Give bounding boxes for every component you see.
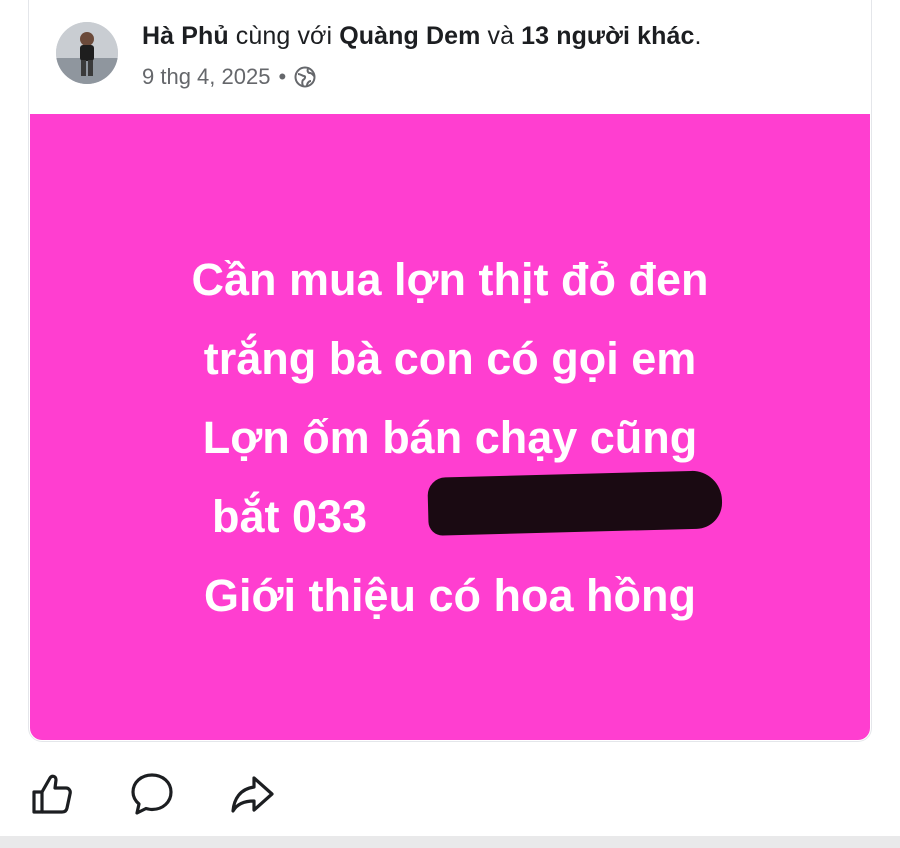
post-date[interactable]: 9 thg 4, 2025	[142, 64, 270, 90]
author-name[interactable]: Hà Phủ	[142, 22, 229, 50]
post-screen: Hà Phủ cùng với Quàng Dem và 13 người kh…	[0, 0, 900, 848]
post-line-1: Cần mua lợn thịt đỏ đen	[191, 254, 709, 305]
comment-button[interactable]	[126, 770, 178, 822]
post-line-3: Lợn ốm bán chạy cũng	[202, 412, 698, 463]
like-button[interactable]	[26, 770, 78, 822]
post-line-5: Giới thiệu có hoa hồng	[204, 570, 696, 621]
share-button[interactable]	[226, 770, 278, 822]
avatar[interactable]	[56, 22, 118, 84]
action-bar	[0, 760, 900, 832]
globe-icon[interactable]	[294, 66, 316, 88]
comment-icon	[128, 770, 176, 823]
others-link[interactable]: 13 người khác	[521, 22, 694, 50]
post-text: Cần mua lợn thịt đỏ đen trắng bà con có …	[30, 240, 870, 635]
post-meta: 9 thg 4, 2025 •	[142, 64, 316, 90]
tagged-user[interactable]: Quàng Dem	[339, 22, 480, 50]
share-icon	[228, 770, 276, 823]
bottom-divider	[0, 836, 900, 848]
and-text: và	[487, 22, 515, 50]
with-text: cùng với	[235, 22, 333, 50]
meta-separator: •	[278, 64, 287, 89]
post-line-2: trắng bà con có gọi em	[203, 333, 697, 384]
avatar-photo	[56, 22, 118, 84]
phone-number-visible: bắt 033	[212, 491, 368, 542]
post-header: Hà Phủ cùng với Quàng Dem và 13 người kh…	[142, 22, 702, 51]
header-period: .	[694, 22, 702, 50]
redaction-mark	[427, 470, 723, 536]
like-icon	[28, 770, 76, 823]
